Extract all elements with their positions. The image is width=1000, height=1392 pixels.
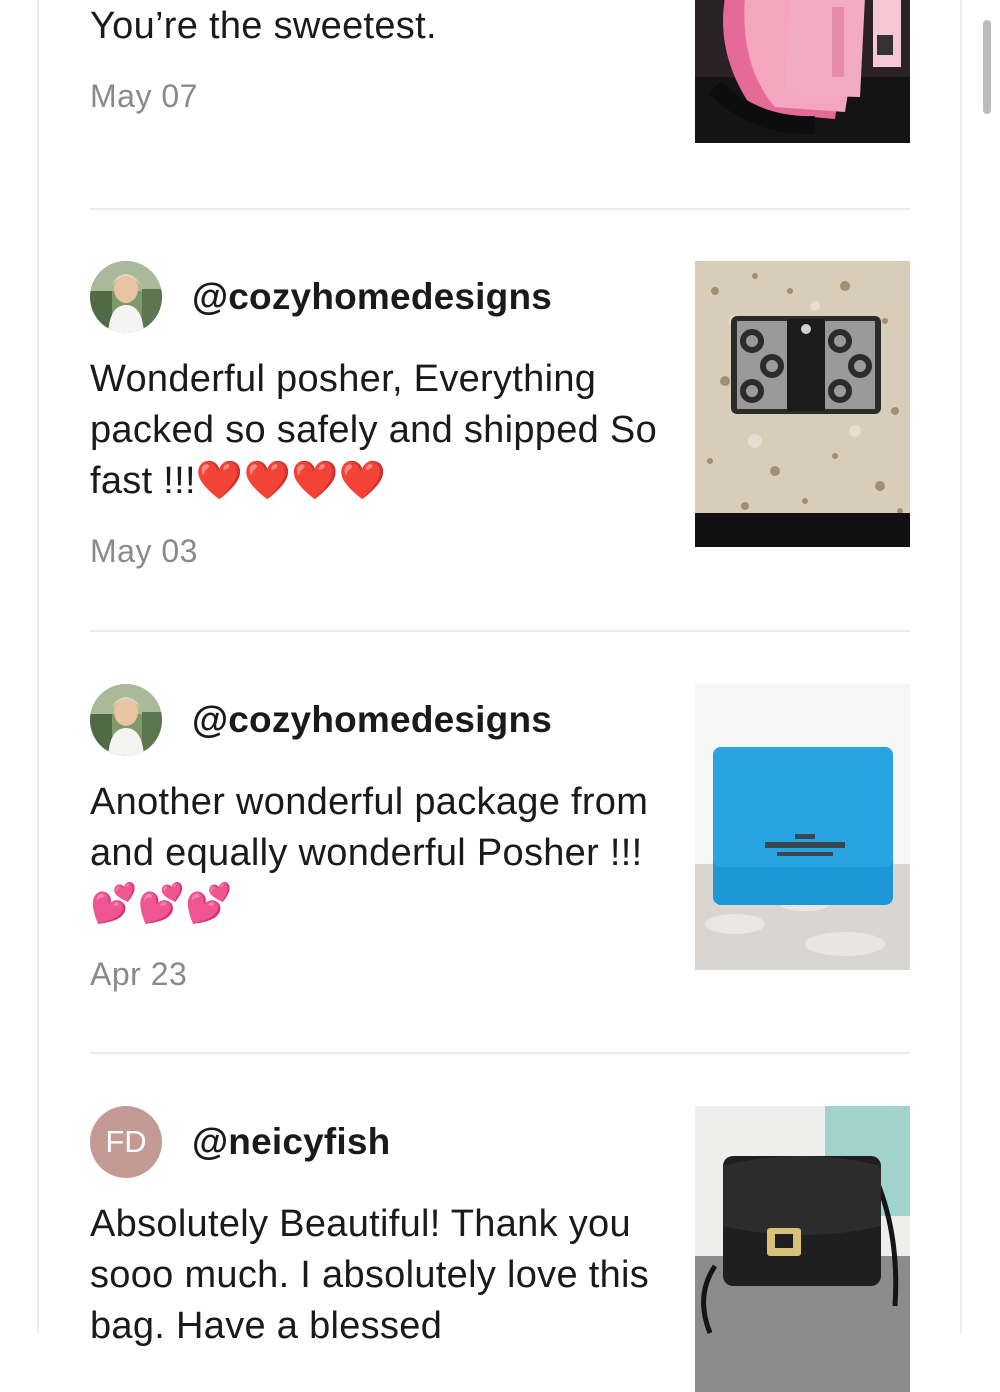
review-divider [90,1052,910,1054]
review-comment: Wonderful posher, Everything packed so s… [90,358,658,502]
signature-wallet-photo[interactable] [695,261,910,547]
review-header: @cozyhomedesigns [90,684,552,756]
username-link[interactable]: @cozyhomedesigns [192,699,552,741]
blue-wallet-photo[interactable] [695,684,910,970]
user-photo-avatar[interactable] [90,261,162,333]
review-item: @cozyhomedesigns Another wonderful packa… [90,684,910,1004]
review-divider [90,630,910,632]
review-divider [90,208,910,210]
review-item: You’re the sweetest. May 07 [90,0,910,200]
username-link[interactable]: @neicyfish [192,1121,390,1163]
review-comment: Absolutely Beautiful! Thank you sooo muc… [90,1203,650,1347]
review-comment: You’re the sweetest. [90,5,437,47]
review-comment: Another wonderful package from and equal… [90,781,649,925]
review-header: FD @neicyfish [90,1106,390,1178]
review-date: May 07 [90,78,198,114]
user-photo-avatar[interactable] [90,684,162,756]
review-header: @cozyhomedesigns [90,261,552,333]
review-item: FD @neicyfish Absolutely Beautiful! Than… [90,1106,910,1392]
review-date: May 03 [90,533,198,569]
review-item: @cozyhomedesigns Wonderful posher, Every… [90,261,910,581]
review-date: Apr 23 [90,956,188,992]
black-crossbody-bag-photo[interactable] [695,1106,910,1392]
scrollbar[interactable] [983,20,991,114]
pink-bags-photo[interactable] [695,0,910,143]
initials-avatar[interactable]: FD [90,1106,162,1178]
username-link[interactable]: @cozyhomedesigns [192,276,552,318]
